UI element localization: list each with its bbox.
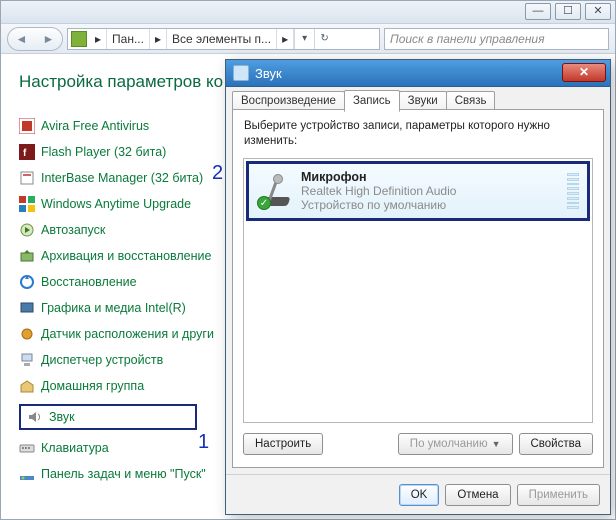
dialog-close-button[interactable]: ✕ xyxy=(562,63,606,82)
anytime-icon xyxy=(19,196,35,212)
autoplay-icon xyxy=(19,222,35,238)
device-name: Микрофон xyxy=(301,170,557,184)
applet-label: Архивация и восстановление xyxy=(41,249,211,263)
default-check-icon: ✓ xyxy=(257,196,271,210)
breadcrumb-chevron: ▸ xyxy=(90,29,107,49)
sensor-icon xyxy=(19,326,35,342)
minimize-button[interactable]: — xyxy=(525,3,551,20)
applet-label: Домашняя группа xyxy=(41,379,144,393)
search-placeholder: Поиск в панели управления xyxy=(390,32,545,46)
applet-label: Клавиатура xyxy=(41,441,109,455)
applet-sound[interactable]: Звук xyxy=(19,404,197,430)
chevron-down-icon: ▼ xyxy=(492,439,501,449)
sound-dialog: Звук ✕ Воспроизведение Запись Звуки Связ… xyxy=(225,59,611,515)
properties-button[interactable]: Свойства xyxy=(519,433,594,455)
applet-label: Датчик расположения и други xyxy=(41,327,214,341)
refresh-icon[interactable]: ↻ xyxy=(314,29,334,49)
breadcrumb-chevron: ▸ xyxy=(277,29,294,49)
level-meter xyxy=(567,173,579,209)
applet-label: Диспетчер устройств xyxy=(41,353,163,367)
cancel-button[interactable]: Отмена xyxy=(445,484,510,506)
apply-button[interactable]: Применить xyxy=(517,484,600,506)
search-input[interactable]: Поиск в панели управления xyxy=(384,28,609,50)
close-button[interactable]: ✕ xyxy=(585,3,611,20)
tab-recording[interactable]: Запись xyxy=(344,90,400,112)
panel-button-row: Настроить По умолчанию ▼ Свойства xyxy=(243,431,593,457)
applet-label: Панель задач и меню "Пуск" xyxy=(41,467,206,481)
window-titlebar: — ☐ ✕ xyxy=(1,1,615,24)
applet-label: Flash Player (32 бита) xyxy=(41,145,166,159)
breadcrumb-chevron: ▸ xyxy=(150,29,167,49)
applet-label: Windows Anytime Upgrade xyxy=(41,197,191,211)
applet-label: Графика и медиа Intel(R) xyxy=(41,301,186,315)
devmgr-icon xyxy=(19,352,35,368)
breadcrumb-seg-1[interactable]: Пан... xyxy=(107,29,150,49)
instruction-text: Выберите устройство записи, параметры ко… xyxy=(233,110,603,155)
breadcrumb[interactable]: ▸ Пан... ▸ Все элементы п... ▸ ▾ ↻ xyxy=(67,28,380,50)
breadcrumb-seg-2[interactable]: Все элементы п... xyxy=(167,29,277,49)
address-dropdown-icon[interactable]: ▾ xyxy=(294,29,314,49)
applet-label: Восстановление xyxy=(41,275,137,289)
back-icon: ◄ xyxy=(16,32,28,46)
applet-label: InterBase Manager (32 бита) xyxy=(41,171,203,185)
set-default-label: По умолчанию xyxy=(410,438,488,450)
flash-icon: f xyxy=(19,144,35,160)
dialog-titlebar[interactable]: Звук ✕ xyxy=(226,60,610,87)
annotation-2: 2 xyxy=(212,162,223,185)
applet-label: Автозапуск xyxy=(41,223,105,237)
applet-label: Звук xyxy=(49,410,75,424)
recovery-icon xyxy=(19,274,35,290)
device-item-microphone[interactable]: ✓ Микрофон Realtek High Definition Audio… xyxy=(246,161,590,221)
maximize-button[interactable]: ☐ xyxy=(555,3,581,20)
device-driver: Realtek High Definition Audio xyxy=(301,184,557,198)
nav-back-forward[interactable]: ◄ ► xyxy=(7,27,63,51)
applet-label: Avira Free Antivirus xyxy=(41,119,149,133)
sound-icon xyxy=(27,409,43,425)
interbase-icon xyxy=(19,170,35,186)
set-default-button[interactable]: По умолчанию ▼ xyxy=(398,433,513,455)
taskbar-icon xyxy=(19,466,35,482)
control-panel-icon xyxy=(71,31,87,47)
configure-button[interactable]: Настроить xyxy=(243,433,323,455)
microphone-icon: ✓ xyxy=(257,174,291,208)
ok-button[interactable]: OK xyxy=(399,484,440,506)
sound-icon xyxy=(233,65,249,81)
intel-icon xyxy=(19,300,35,316)
tab-panel: Выберите устройство записи, параметры ко… xyxy=(232,109,604,468)
device-list[interactable]: ✓ Микрофон Realtek High Definition Audio… xyxy=(243,158,593,423)
dialog-footer: OK Отмена Применить xyxy=(226,474,610,514)
dialog-title: Звук xyxy=(255,66,282,81)
annotation-1: 1 xyxy=(198,431,209,454)
keyboard-icon xyxy=(19,440,35,456)
avira-icon xyxy=(19,118,35,134)
backup-icon xyxy=(19,248,35,264)
forward-icon: ► xyxy=(43,32,55,46)
homegroup-icon xyxy=(19,378,35,394)
device-status: Устройство по умолчанию xyxy=(301,198,557,212)
address-bar: ◄ ► ▸ Пан... ▸ Все элементы п... ▸ ▾ ↻ П… xyxy=(1,24,615,54)
